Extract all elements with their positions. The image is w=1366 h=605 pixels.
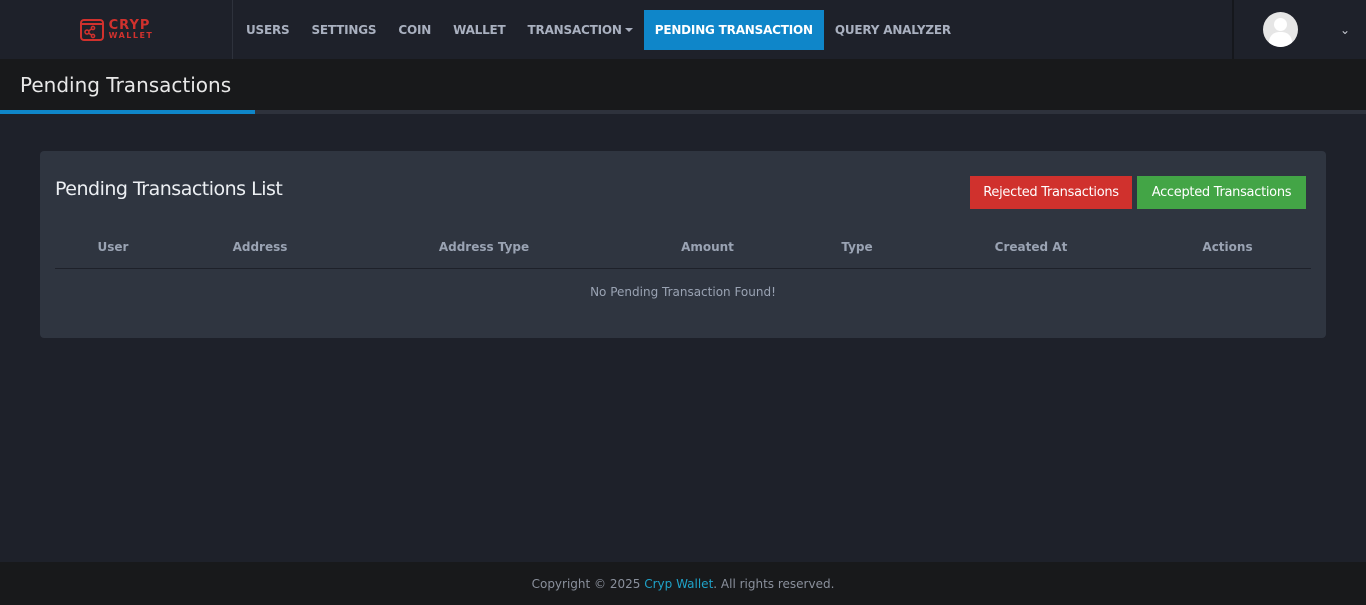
footer-brand-link[interactable]: Cryp Wallet: [644, 577, 713, 591]
header-active-indicator: [0, 110, 255, 114]
page-header: Pending Transactions: [0, 59, 1366, 114]
nav-coin[interactable]: COIN: [387, 10, 442, 50]
nav-users[interactable]: USERS: [235, 10, 300, 50]
table-header-row: User Address Address Type Amount Type Cr…: [55, 226, 1311, 269]
empty-message: No Pending Transaction Found!: [590, 285, 776, 300]
logo[interactable]: CRYP WALLET: [0, 0, 233, 59]
column-user[interactable]: User: [55, 226, 171, 269]
column-address[interactable]: Address: [171, 226, 349, 269]
pending-transactions-card: Pending Transactions List Rejected Trans…: [40, 151, 1326, 338]
user-menu[interactable]: ⌄: [1232, 0, 1366, 59]
wallet-icon: [79, 18, 104, 41]
footer-prefix: Copyright © 2025: [531, 576, 645, 591]
main-nav: USERS SETTINGS COIN WALLET TRANSACTION P…: [233, 0, 962, 59]
nav-settings[interactable]: SETTINGS: [300, 10, 387, 50]
rejected-transactions-button[interactable]: Rejected Transactions: [970, 176, 1132, 209]
footer-suffix: . All rights reserved.: [713, 576, 835, 591]
column-amount[interactable]: Amount: [619, 226, 796, 269]
card-title: Pending Transactions List: [55, 178, 283, 200]
column-type[interactable]: Type: [796, 226, 918, 269]
nav-pending-transaction[interactable]: PENDING TRANSACTION: [643, 9, 824, 50]
nav-wallet[interactable]: WALLET: [442, 10, 516, 50]
column-address-type[interactable]: Address Type: [349, 226, 619, 269]
column-actions: Actions: [1144, 226, 1311, 269]
table-row: No Pending Transaction Found!: [55, 268, 1311, 316]
top-navbar: CRYP WALLET USERS SETTINGS COIN WALLET TR…: [0, 0, 1366, 59]
footer: Copyright © 2025 Cryp Wallet. All rights…: [0, 562, 1366, 605]
chevron-down-icon[interactable]: ⌄: [1340, 23, 1350, 37]
column-created-at[interactable]: Created At: [918, 226, 1144, 269]
accepted-transactions-button[interactable]: Accepted Transactions: [1137, 176, 1306, 209]
pending-transactions-table: User Address Address Type Amount Type Cr…: [55, 226, 1311, 316]
nav-transaction-label: TRANSACTION: [527, 22, 622, 37]
nav-transaction-dropdown[interactable]: TRANSACTION: [517, 10, 644, 50]
avatar[interactable]: [1263, 12, 1298, 47]
page-title: Pending Transactions: [20, 73, 232, 97]
caret-down-icon: [624, 27, 633, 32]
logo-line2: WALLET: [108, 31, 154, 40]
nav-query-analyzer[interactable]: QUERY ANALYZER: [824, 10, 962, 50]
